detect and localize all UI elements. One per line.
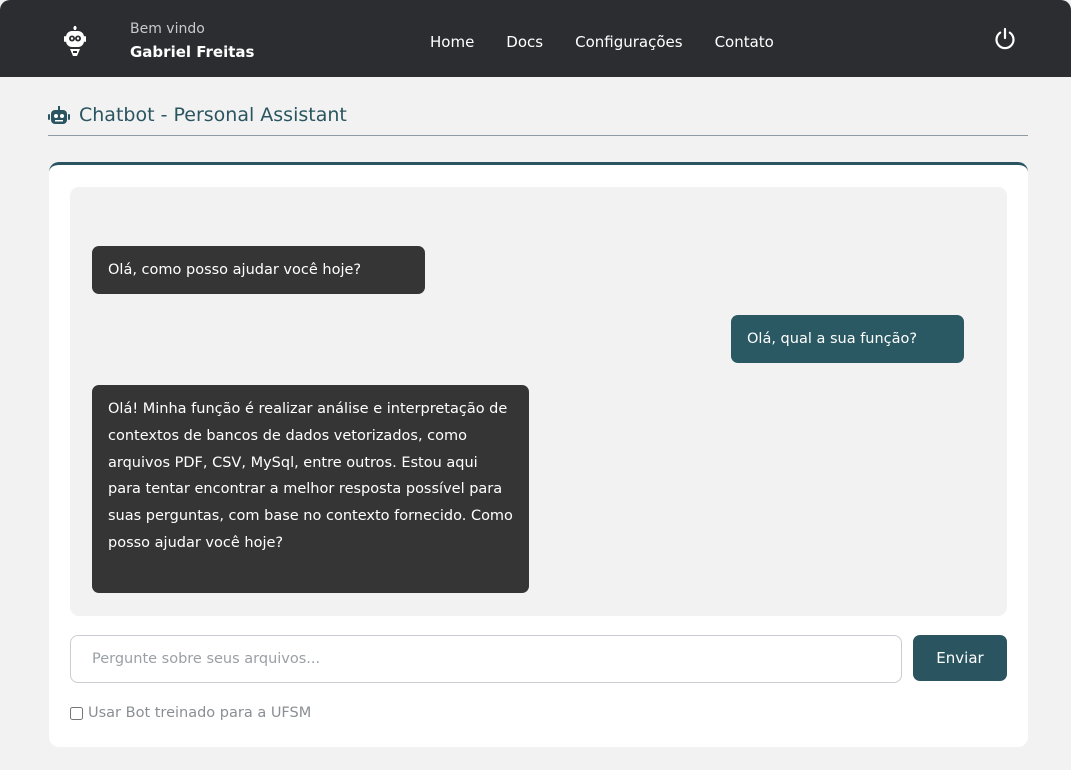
robot-logo-icon[interactable] [64, 26, 86, 58]
welcome-block: Bem vindo Gabriel Freitas [130, 20, 254, 64]
chat-card: Olá, como posso ajudar você hoje? Olá, q… [49, 162, 1028, 747]
bot-message: Olá! Minha função é realizar análise e i… [92, 385, 529, 593]
nav-link-docs[interactable]: Docs [506, 32, 543, 52]
nav-link-configuracoes[interactable]: Configurações [575, 32, 682, 52]
nav-menu: Home Docs Configurações Contato [430, 32, 774, 52]
power-icon[interactable] [993, 27, 1017, 51]
chat-messages-area[interactable]: Olá, como posso ajudar você hoje? Olá, q… [70, 187, 1007, 616]
user-name: Gabriel Freitas [130, 43, 255, 61]
bot-message: Olá, como posso ajudar você hoje? [92, 246, 425, 294]
ufsm-bot-option[interactable]: Usar Bot treinado para a UFSM [70, 705, 311, 721]
nav-link-home[interactable]: Home [430, 32, 474, 52]
ufsm-bot-checkbox[interactable] [70, 706, 83, 720]
nav-link-contato[interactable]: Contato [715, 32, 774, 52]
robot-icon [48, 106, 70, 124]
top-navbar: Bem vindo Gabriel Freitas Home Docs Conf… [0, 0, 1071, 77]
page-title: Chatbot - Personal Assistant [79, 104, 347, 126]
question-input[interactable] [70, 635, 902, 683]
welcome-greeting: Bem vindo [130, 21, 205, 37]
ufsm-bot-label: Usar Bot treinado para a UFSM [88, 705, 312, 721]
send-button[interactable]: Enviar [913, 635, 1007, 681]
user-message: Olá, qual a sua função? [731, 315, 964, 363]
page-header: Chatbot - Personal Assistant [48, 100, 1028, 136]
